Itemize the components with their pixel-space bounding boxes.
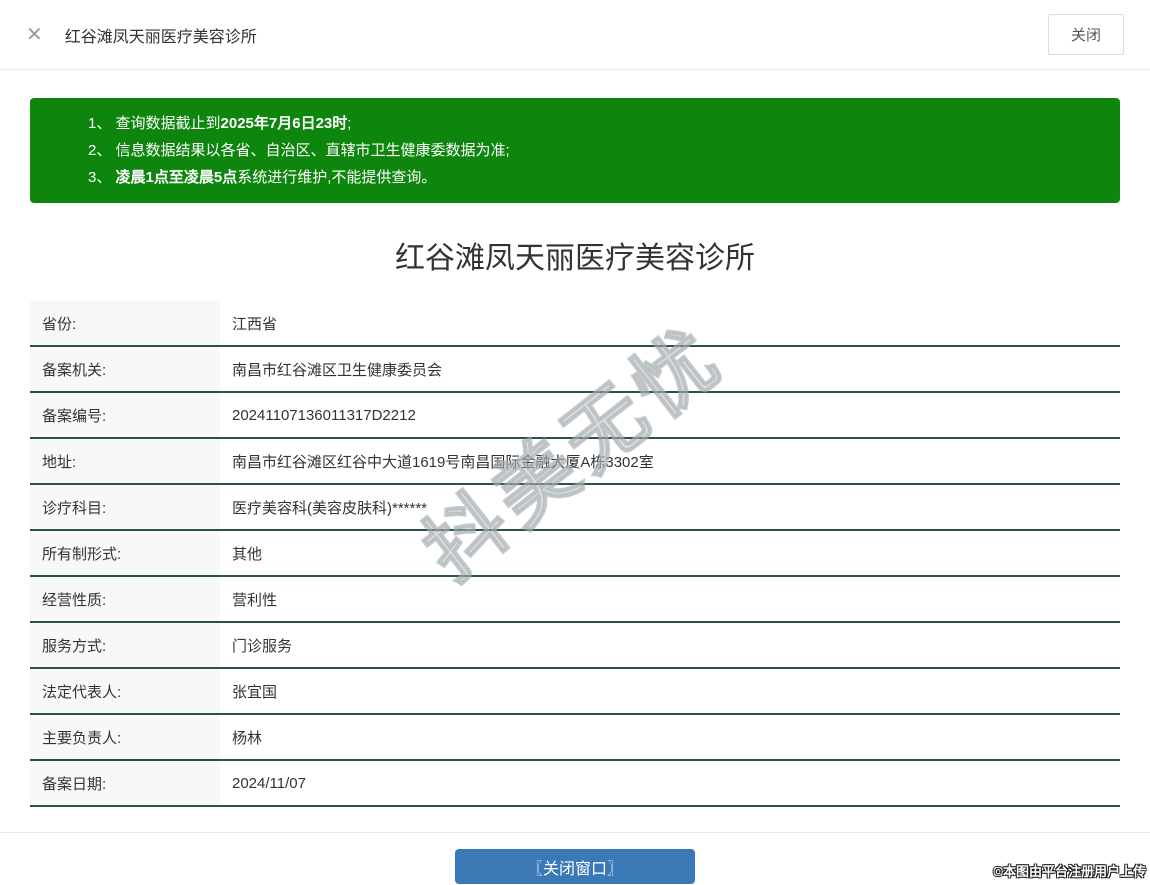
table-row: 地址: 南昌市红谷滩区红谷中大道1619号南昌国际金融大厦A栋3302室 xyxy=(30,439,1120,485)
footer: 〖关闭窗口〗 xyxy=(0,833,1150,884)
field-value: 南昌市红谷滩区红谷中大道1619号南昌国际金融大厦A栋3302室 xyxy=(232,453,654,471)
field-label: 诊疗科目: xyxy=(30,485,220,529)
field-value: 营利性 xyxy=(232,591,278,609)
page-title: 红谷滩凤天丽医疗美容诊所 xyxy=(395,242,755,275)
table-row: 经营性质: 营利性 xyxy=(30,577,1120,623)
field-value: 其他 xyxy=(232,545,263,563)
field-value: 杨林 xyxy=(232,729,263,747)
info-table: 省份: 江西省 备案机关: 南昌市红谷滩区卫生健康委员会 备案编号: 20241… xyxy=(30,301,1120,807)
table-row: 备案机关: 南昌市红谷滩区卫生健康委员会 xyxy=(30,347,1120,393)
field-label: 经营性质: xyxy=(30,577,220,621)
notice-line-3: 3、 凌晨1点至凌晨5点系统进行维护,不能提供查询。 xyxy=(88,164,1100,191)
window-header: ✕ 红谷滩凤天丽医疗美容诊所 关闭 xyxy=(0,0,1150,70)
table-row: 法定代表人: 张宜国 xyxy=(30,669,1120,715)
notice-text: 3、 xyxy=(88,169,116,186)
field-label: 所有制形式: xyxy=(30,531,220,575)
notice-bold-text: 凌晨1点至凌晨5点 xyxy=(115,169,238,186)
notice-text: 2、 信息数据结果以各省、自治区、直辖市卫生健康委数据为准; xyxy=(88,142,510,159)
field-value: 南昌市红谷滩区卫生健康委员会 xyxy=(232,361,443,379)
notice-line-2: 2、 信息数据结果以各省、自治区、直辖市卫生健康委数据为准; xyxy=(88,137,1100,164)
field-value: 张宜国 xyxy=(232,683,278,701)
field-label: 省份: xyxy=(30,301,220,345)
field-label: 法定代表人: xyxy=(30,669,220,713)
table-row: 省份: 江西省 xyxy=(30,301,1120,347)
notice-text: 系统进行维护,不能提供查询。 xyxy=(237,169,437,186)
field-label: 备案日期: xyxy=(30,761,220,805)
field-label: 备案编号: xyxy=(30,393,220,437)
field-value: 医疗美容科(美容皮肤科)****** xyxy=(232,499,428,517)
main-content: 1、 查询数据截止到2025年7月6日23时; 2、 信息数据结果以各省、自治区… xyxy=(0,98,1150,807)
table-row: 诊疗科目: 医疗美容科(美容皮肤科)****** xyxy=(30,485,1120,531)
notice-bold-text: 2025年7月6日23时 xyxy=(220,115,348,132)
field-value: 门诊服务 xyxy=(232,637,293,655)
close-window-button[interactable]: 〖关闭窗口〗 xyxy=(455,849,695,884)
window-title: 红谷滩凤天丽医疗美容诊所 xyxy=(64,28,257,46)
notice-line-1: 1、 查询数据截止到2025年7月6日23时; xyxy=(88,110,1100,137)
table-row: 所有制形式: 其他 xyxy=(30,531,1120,577)
copyright-watermark: ©本图由平台注册用户上传 xyxy=(993,864,1146,879)
table-row: 服务方式: 门诊服务 xyxy=(30,623,1120,669)
table-row: 备案日期: 2024/11/07 xyxy=(30,761,1120,807)
field-value: 江西省 xyxy=(232,315,278,333)
table-row: 备案编号: 20241107136011317D2212 xyxy=(30,393,1120,439)
close-icon[interactable]: ✕ xyxy=(26,25,43,45)
field-label: 备案机关: xyxy=(30,347,220,391)
field-value: 20241107136011317D2212 xyxy=(232,406,416,424)
notice-text: ; xyxy=(347,115,352,132)
field-label: 服务方式: xyxy=(30,623,220,667)
field-label: 主要负责人: xyxy=(30,715,220,759)
field-label: 地址: xyxy=(30,439,220,483)
field-value: 2024/11/07 xyxy=(232,774,306,792)
header-close-button[interactable]: 关闭 xyxy=(1047,14,1124,55)
table-row: 主要负责人: 杨林 xyxy=(30,715,1120,761)
notice-box: 1、 查询数据截止到2025年7月6日23时; 2、 信息数据结果以各省、自治区… xyxy=(30,98,1120,203)
notice-text: 1、 查询数据截止到 xyxy=(88,115,221,132)
